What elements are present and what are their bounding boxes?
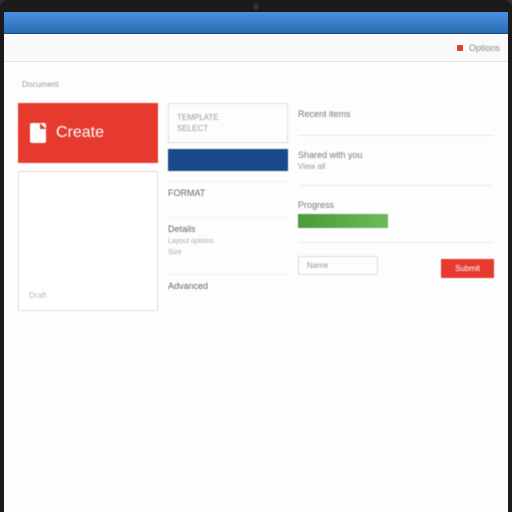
content-area: Document Create Draft TEMPLATE (4, 62, 508, 512)
status-indicator-icon (457, 45, 463, 51)
action-row: Name Submit (298, 253, 494, 278)
toolbar-right-label[interactable]: Options (469, 43, 500, 53)
recent-block: Recent items (298, 103, 494, 127)
selection-bar[interactable] (168, 149, 288, 171)
column-left: Create Draft (18, 103, 158, 311)
section-details[interactable]: Details Layout options Size (168, 217, 288, 264)
template-line1: TEMPLATE (177, 112, 279, 123)
template-line2: SELECT (177, 123, 279, 134)
camera-dot (253, 4, 259, 10)
details-title: Details (168, 224, 288, 234)
header-col1: Document (18, 76, 177, 93)
details-sub2: Size (168, 248, 288, 259)
divider-1 (298, 135, 494, 136)
recent-title: Recent items (298, 109, 494, 119)
preview-card[interactable]: Draft (18, 171, 158, 311)
toolbar: Options (4, 34, 508, 62)
progress-title: Progress (298, 200, 494, 210)
divider-2 (298, 185, 494, 186)
divider-3 (298, 242, 494, 243)
window-titlebar (4, 12, 508, 34)
shared-title: Shared with you (298, 150, 494, 160)
format-title: FORMAT (168, 188, 288, 198)
section-advanced[interactable]: Advanced (168, 274, 288, 300)
details-sub1: Layout options (168, 237, 288, 248)
preview-label: Draft (29, 291, 46, 300)
header-col2 (177, 76, 336, 93)
template-header[interactable]: TEMPLATE SELECT (168, 103, 288, 143)
monitor-frame: Options Document Create Draft (0, 0, 512, 512)
shared-sub[interactable]: View all (298, 162, 494, 171)
create-card[interactable]: Create (18, 103, 158, 163)
advanced-title: Advanced (168, 281, 288, 291)
progress-bar (298, 214, 388, 228)
screen: Options Document Create Draft (4, 12, 508, 512)
header-row: Document (18, 76, 494, 93)
header-col3 (335, 76, 494, 93)
shared-block: Shared with you View all (298, 144, 494, 177)
progress-block: Progress (298, 194, 494, 234)
document-icon (30, 123, 46, 143)
create-label: Create (56, 124, 104, 142)
column-middle: TEMPLATE SELECT FORMAT Details Layout op… (168, 103, 288, 311)
section-format[interactable]: FORMAT (168, 181, 288, 207)
name-field[interactable]: Name (298, 256, 378, 275)
column-right: Recent items Shared with you View all Pr… (298, 103, 494, 311)
submit-button[interactable]: Submit (441, 259, 494, 278)
